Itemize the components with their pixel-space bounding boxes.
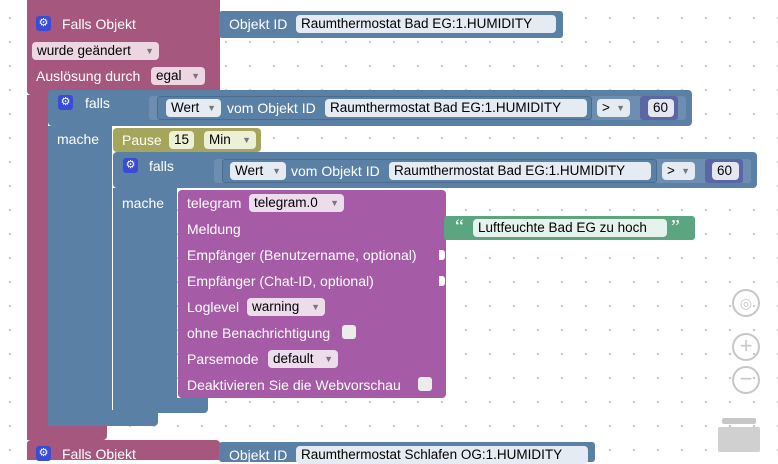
chevron-down-icon: ▼	[242, 135, 251, 145]
value-type-dropdown[interactable]: Wert ▼	[230, 162, 286, 180]
input-notch	[439, 250, 445, 260]
message-text-field[interactable]: Luftfeuchte Bad EG zu hoch	[473, 219, 667, 237]
chevron-down-icon: ▼	[145, 46, 154, 56]
trigger-block-footer	[27, 425, 107, 440]
zoom-out-icon[interactable]: −	[732, 366, 760, 394]
value-type: Wert	[235, 163, 264, 178]
if-label: falls	[85, 95, 110, 111]
object-id-field[interactable]: Raumthermostat Schlafen OG:1.HUMIDITY	[296, 446, 588, 464]
gear-icon[interactable]: ⚙	[36, 446, 51, 461]
telegram-label: telegram	[187, 195, 242, 211]
if-block-footer	[113, 398, 208, 413]
locate-icon[interactable]: ◎	[732, 289, 760, 317]
chevron-down-icon: ▼	[191, 71, 200, 81]
quote-close-icon: ”	[671, 216, 680, 238]
from-object-label: vom Objekt ID	[227, 100, 316, 116]
trigger-block-spine	[27, 95, 48, 440]
parsemode-dropdown[interactable]: default ▼	[268, 350, 338, 368]
pause-unit: Min	[209, 132, 231, 147]
loglevel-label: Loglevel	[187, 299, 240, 315]
chevron-down-icon: ▼	[272, 166, 281, 176]
trigger-type-value: wurde geändert	[37, 43, 131, 58]
operator-value: >	[602, 100, 610, 115]
number-field[interactable]: 60	[712, 162, 739, 180]
input-notch	[439, 276, 445, 286]
if-label: falls	[149, 158, 174, 174]
chevron-down-icon: ▼	[330, 198, 339, 208]
object-id-field[interactable]: Raumthermostat Bad EG:1.HUMIDITY	[296, 15, 556, 33]
silent-checkbox[interactable]	[342, 325, 356, 339]
number-field[interactable]: 60	[648, 99, 674, 117]
object-id-label: Objekt ID	[229, 16, 288, 32]
zoom-in-icon[interactable]: +	[732, 333, 760, 361]
parsemode-label: Parsemode	[187, 351, 259, 367]
chevron-down-icon: ▼	[207, 103, 216, 113]
value-type: Wert	[171, 100, 200, 115]
trigger-type-dropdown[interactable]: wurde geändert ▼	[32, 42, 159, 60]
disable-preview-checkbox[interactable]	[418, 377, 432, 391]
object-id-field[interactable]: Raumthermostat Bad EG:1.HUMIDITY	[325, 99, 587, 117]
operator-dropdown[interactable]: > ▼	[662, 162, 695, 180]
silent-label: ohne Benachrichtigung	[187, 325, 331, 341]
if-block-spine	[48, 126, 112, 426]
then-label: mache	[122, 195, 165, 211]
quote-open-icon: “	[455, 216, 464, 238]
value-type-dropdown[interactable]: Wert ▼	[166, 99, 221, 117]
recipient-user-label: Empfänger (Benutzername, optional)	[187, 247, 417, 263]
from-object-label: vom Objekt ID	[291, 163, 380, 179]
if-block-spine	[113, 188, 177, 413]
object-id-label: Objekt ID	[229, 447, 288, 463]
telegram-instance: telegram.0	[254, 195, 318, 210]
chevron-down-icon: ▼	[616, 103, 625, 113]
then-label: mache	[57, 131, 100, 147]
pause-amount[interactable]: 15	[169, 131, 194, 149]
gear-icon[interactable]: ⚙	[123, 158, 138, 173]
operator-dropdown[interactable]: > ▼	[597, 99, 630, 117]
object-id-field[interactable]: Raumthermostat Bad EG:1.HUMIDITY	[389, 162, 651, 180]
recipient-chat-label: Empfänger (Chat-ID, optional)	[187, 273, 374, 289]
pause-label: Pause	[122, 132, 162, 148]
chevron-down-icon: ▼	[311, 302, 320, 312]
parsemode-value: default	[273, 351, 314, 366]
loglevel-value: warning	[252, 299, 300, 314]
trigger-by-dropdown[interactable]: egal ▼	[151, 67, 205, 85]
trigger-by-label: Auslösung durch	[36, 68, 141, 84]
trash-icon[interactable]	[718, 418, 760, 452]
trigger-by-value: egal	[156, 68, 182, 83]
trigger-title: Falls Objekt	[62, 446, 136, 462]
disable-preview-label: Deaktivieren Sie die Webvorschau	[187, 377, 401, 393]
telegram-instance-dropdown[interactable]: telegram.0 ▼	[249, 194, 344, 212]
operator-value: >	[667, 163, 675, 178]
pause-unit-dropdown[interactable]: Min ▼	[204, 131, 256, 149]
chevron-down-icon: ▼	[324, 354, 333, 364]
message-label: Meldung	[187, 221, 241, 237]
gear-icon[interactable]: ⚙	[36, 16, 51, 31]
chevron-down-icon: ▼	[681, 166, 690, 176]
trigger-title: Falls Objekt	[62, 16, 136, 32]
loglevel-dropdown[interactable]: warning ▼	[247, 298, 325, 316]
gear-icon[interactable]: ⚙	[58, 95, 73, 110]
